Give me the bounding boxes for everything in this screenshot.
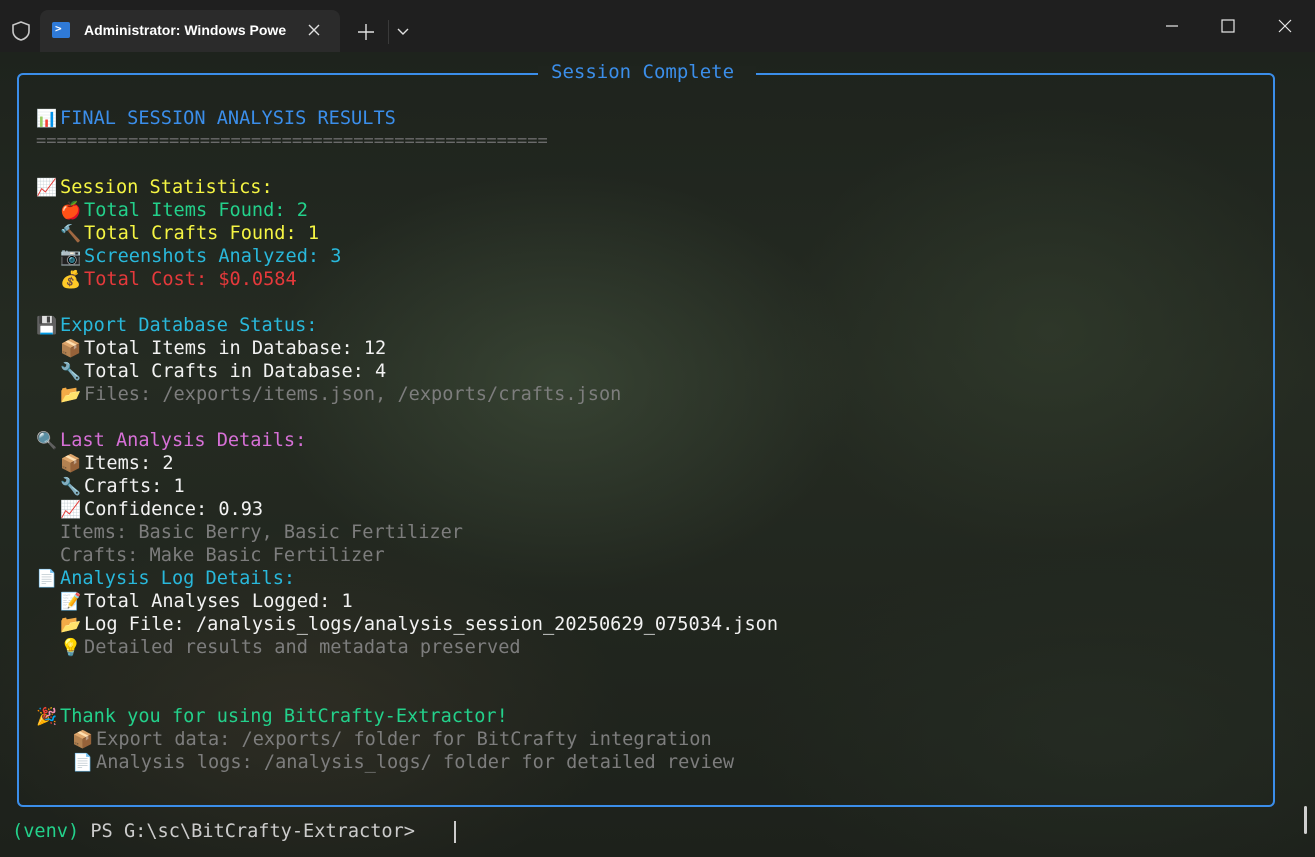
light-bulb-icon: 💡 bbox=[60, 638, 82, 658]
wrench-icon: 🔧 bbox=[60, 477, 82, 497]
list-item: 🔧 Crafts: 1 bbox=[60, 476, 185, 497]
command-prompt[interactable]: (venv) PS G:\sc\BitCrafty-Extractor> bbox=[12, 820, 426, 843]
close-tab-icon[interactable] bbox=[306, 22, 322, 38]
list-item: 📦 Total Items in Database: 12 bbox=[60, 338, 387, 359]
scrollbar-thumb[interactable] bbox=[1304, 806, 1307, 834]
list-item: 📂 Files: /exports/items.json, /exports/cr… bbox=[60, 384, 622, 405]
folder-icon: 📂 bbox=[60, 615, 82, 635]
document-icon: 📄 bbox=[72, 753, 94, 773]
list-item: 🔨 Total Crafts Found: 1 bbox=[60, 223, 320, 244]
package-icon: 📦 bbox=[72, 730, 94, 750]
close-window-icon[interactable] bbox=[1265, 10, 1305, 42]
memo-icon: 📝 bbox=[60, 592, 82, 612]
folder-icon: 📂 bbox=[60, 385, 82, 405]
list-item: 💰 Total Cost: $0.0584 bbox=[60, 269, 297, 290]
session-statistics-heading: 📈 Session Statistics: bbox=[36, 177, 273, 198]
list-item: 📝 Total Analyses Logged: 1 bbox=[60, 591, 353, 612]
list-item: 📂 Log File: /analysis_logs/analysis_sessi… bbox=[60, 614, 779, 635]
bar-chart-icon: 📊 bbox=[36, 109, 58, 129]
new-tab-icon[interactable] bbox=[354, 20, 378, 44]
panel-title: Session Complete bbox=[551, 61, 735, 83]
tab-title: Administrator: Windows Powe bbox=[84, 22, 287, 38]
minimize-icon[interactable] bbox=[1152, 10, 1192, 42]
list-item: 🍎 Total Items Found: 2 bbox=[60, 200, 308, 221]
list-item: 📦 Items: 2 bbox=[60, 453, 174, 474]
chart-up-icon: 📈 bbox=[36, 178, 58, 198]
thanks-heading: 🎉 Thank you for using BitCrafty-Extractor… bbox=[36, 706, 508, 727]
list-item: 📷 Screenshots Analyzed: 3 bbox=[60, 246, 342, 267]
results-header: 📊 FINAL SESSION ANALYSIS RESULTS bbox=[36, 107, 396, 130]
hammer-icon: 🔨 bbox=[60, 224, 82, 244]
tab-powershell[interactable]: > Administrator: Windows Powe bbox=[40, 10, 340, 52]
chart-up-icon: 📈 bbox=[60, 500, 82, 520]
tab-divider bbox=[388, 20, 389, 44]
document-icon: 📄 bbox=[36, 569, 58, 589]
maximize-icon[interactable] bbox=[1208, 10, 1248, 42]
powershell-icon: > bbox=[52, 22, 70, 38]
text-cursor bbox=[454, 821, 456, 843]
package-icon: 📦 bbox=[60, 339, 82, 359]
package-icon: 📦 bbox=[60, 454, 82, 474]
list-item: 📦 Export data: /exports/ folder for BitCr… bbox=[72, 729, 712, 750]
last-analysis-heading: 🔍 Last Analysis Details: bbox=[36, 430, 307, 451]
export-status-heading: 💾 Export Database Status: bbox=[36, 315, 318, 336]
list-item: 📄 Analysis logs: /analysis_logs/ folder f… bbox=[72, 752, 735, 773]
party-popper-icon: 🎉 bbox=[36, 707, 58, 727]
list-item: 💡 Detailed results and metadata preserved bbox=[60, 637, 521, 658]
header-text: FINAL SESSION ANALYSIS RESULTS bbox=[60, 108, 396, 129]
money-bag-icon: 💰 bbox=[60, 270, 82, 290]
crafts-detail-line: Crafts: Make Basic Fertilizer bbox=[60, 545, 385, 566]
wrench-icon: 🔧 bbox=[60, 362, 82, 382]
chevron-down-icon[interactable] bbox=[394, 22, 412, 40]
floppy-disk-icon: 💾 bbox=[36, 316, 58, 336]
shield-icon bbox=[12, 21, 30, 41]
prompt-path: PS G:\sc\BitCrafty-Extractor> bbox=[79, 821, 427, 842]
items-detail-line: Items: Basic Berry, Basic Fertilizer bbox=[60, 522, 463, 543]
analysis-log-heading: 📄 Analysis Log Details: bbox=[36, 568, 296, 589]
camera-icon: 📷 bbox=[60, 247, 82, 267]
list-item: 📈 Confidence: 0.93 bbox=[60, 499, 264, 520]
separator-line: ========================================… bbox=[36, 131, 548, 151]
magnifier-icon: 🔍 bbox=[36, 431, 58, 451]
list-item: 🔧 Total Crafts in Database: 4 bbox=[60, 361, 387, 382]
venv-indicator: (venv) bbox=[12, 821, 80, 842]
apple-icon: 🍎 bbox=[60, 201, 82, 221]
title-bar: > Administrator: Windows Powe bbox=[0, 0, 1315, 52]
